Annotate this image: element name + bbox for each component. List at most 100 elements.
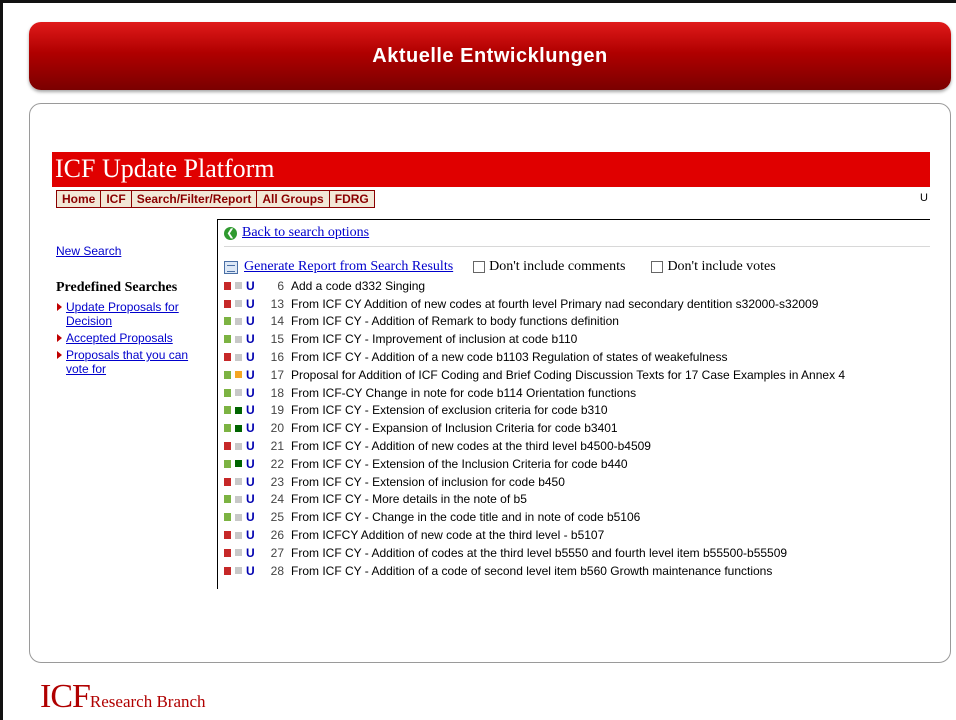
proposal-number: 27 — [270, 545, 284, 560]
proposal-title[interactable]: From ICF CY - Addition of Remark to body… — [291, 314, 619, 328]
proposal-title[interactable]: From ICF CY - Extension of the Inclusion… — [291, 457, 628, 471]
proposal-row[interactable]: U 20 From ICF CY - Expansion of Inclusion … — [224, 419, 930, 437]
update-button[interactable]: U — [246, 492, 258, 506]
proposal-row[interactable]: U 14 From ICF CY - Addition of Remark to b… — [224, 313, 930, 331]
status-vote-icon — [235, 495, 242, 503]
user-fragment: U — [920, 192, 928, 204]
update-button[interactable]: U — [246, 279, 258, 293]
proposal-row[interactable]: U 23 From ICF CY - Extension of inclusion … — [224, 473, 930, 491]
report-icon[interactable] — [224, 260, 238, 274]
status-vote-icon — [235, 282, 242, 290]
proposal-title[interactable]: From ICF CY - Addition of a code of seco… — [291, 564, 772, 578]
proposal-row[interactable]: U 21 From ICF CY - Addition of new codes a… — [224, 437, 930, 455]
proposal-title[interactable]: Add a code d332 Singing — [291, 279, 425, 293]
proposal-row[interactable]: U 19 From ICF CY - Extension of exclusion … — [224, 402, 930, 420]
divider-vertical — [217, 219, 218, 589]
new-search-link[interactable]: New Search — [56, 244, 214, 258]
exclude-comments-option: Don't include comments — [473, 259, 625, 275]
proposal-title[interactable]: From ICF CY - Extension of inclusion for… — [291, 475, 565, 489]
proposal-title[interactable]: From ICF CY - Extension of exclusion cri… — [291, 403, 608, 417]
predefined-searches-title: Predefined Searches — [56, 280, 178, 295]
proposal-title[interactable]: From ICF CY - Expansion of Inclusion Cri… — [291, 421, 618, 435]
nav-icf[interactable]: ICF — [101, 191, 132, 207]
proposal-row[interactable]: U 26 From ICFCY Addition of new code at th… — [224, 526, 930, 544]
proposal-title[interactable]: From ICFCY Addition of new code at the t… — [291, 528, 604, 542]
status-document-icon — [224, 513, 231, 522]
proposal-title[interactable]: From ICF CY - More details in the note o… — [291, 492, 527, 506]
update-button[interactable]: U — [246, 386, 258, 400]
proposal-row[interactable]: U 13 From ICF CY Addition of new codes at … — [224, 295, 930, 313]
status-vote-icon — [235, 317, 242, 325]
proposal-row[interactable]: U 27 From ICF CY - Addition of codes at th… — [224, 544, 930, 562]
status-document-icon — [224, 353, 231, 362]
proposal-row[interactable]: U 28 From ICF CY - Addition of a code of s… — [224, 562, 930, 580]
update-button[interactable]: U — [246, 510, 258, 524]
status-vote-icon — [235, 442, 242, 450]
proposal-number: 24 — [270, 492, 284, 507]
logo-text-big: ICF — [40, 678, 91, 715]
status-document-icon — [224, 424, 231, 433]
exclude-comments-checkbox[interactable] — [473, 261, 486, 273]
proposal-number: 19 — [270, 403, 284, 418]
update-button[interactable]: U — [246, 350, 258, 364]
proposal-row[interactable]: U 17 Proposal for Addition of ICF Coding a… — [224, 366, 930, 384]
nav-bar: Home ICF Search/Filter/Report All Groups… — [56, 190, 375, 208]
exclude-votes-checkbox[interactable] — [651, 261, 664, 273]
update-button[interactable]: U — [246, 546, 258, 560]
proposal-row[interactable]: U 25 From ICF CY - Change in the code titl… — [224, 508, 930, 526]
vote-proposals-link[interactable]: Proposals that you can vote for — [66, 348, 188, 376]
status-vote-icon — [235, 389, 242, 397]
update-button[interactable]: U — [246, 457, 258, 471]
status-document-icon — [224, 317, 231, 326]
proposal-number: 26 — [270, 528, 284, 543]
proposal-number: 13 — [270, 296, 284, 311]
proposal-title[interactable]: From ICF-CY Change in note for code b114… — [291, 386, 636, 400]
proposal-row[interactable]: U 6 Add a code d332 Singing — [224, 277, 930, 295]
generate-report-link[interactable]: Generate Report from Search Results — [244, 259, 453, 275]
proposal-title[interactable]: From ICF CY - Addition of a new code b11… — [291, 350, 727, 364]
update-button[interactable]: U — [246, 314, 258, 328]
proposal-title[interactable]: From ICF CY - Change in the code title a… — [291, 510, 640, 524]
status-document-icon — [224, 531, 231, 540]
proposal-title[interactable]: From ICF CY - Addition of new codes at t… — [291, 439, 651, 453]
update-button[interactable]: U — [246, 439, 258, 453]
back-to-search-link[interactable]: Back to search options — [242, 225, 369, 241]
update-button[interactable]: U — [246, 332, 258, 346]
status-vote-icon — [235, 353, 242, 361]
proposal-row[interactable]: U 18 From ICF-CY Change in note for code b… — [224, 384, 930, 402]
nav-all-groups[interactable]: All Groups — [257, 191, 330, 207]
back-arrow-icon[interactable]: ❮ — [224, 226, 237, 240]
status-document-icon — [224, 335, 231, 344]
update-button[interactable]: U — [246, 475, 258, 489]
update-proposals-link[interactable]: Update Proposals for Decision — [66, 300, 179, 328]
proposal-row[interactable]: U 22 From ICF CY - Extension of the Inclus… — [224, 455, 930, 473]
platform-header: ICF Update Platform — [52, 152, 930, 187]
update-button[interactable]: U — [246, 368, 258, 382]
status-document-icon — [224, 459, 231, 468]
update-button[interactable]: U — [246, 403, 258, 417]
status-document-icon — [224, 370, 231, 379]
update-button[interactable]: U — [246, 564, 258, 578]
update-button[interactable]: U — [246, 421, 258, 435]
accepted-proposals-link[interactable]: Accepted Proposals — [66, 331, 173, 345]
nav-fdrg[interactable]: FDRG — [330, 191, 374, 207]
proposal-row[interactable]: U 15 From ICF CY - Improvement of inclusio… — [224, 330, 930, 348]
proposal-title[interactable]: From ICF CY Addition of new codes at fou… — [291, 297, 818, 311]
nav-search-filter-report[interactable]: Search/Filter/Report — [132, 191, 258, 207]
divider-horizontal — [217, 219, 930, 220]
proposal-title[interactable]: Proposal for Addition of ICF Coding and … — [291, 368, 845, 382]
status-vote-icon — [235, 300, 242, 308]
proposal-title[interactable]: From ICF CY - Improvement of inclusion a… — [291, 332, 577, 346]
update-button[interactable]: U — [246, 528, 258, 542]
icf-research-branch-logo: ICFResearch Branch — [40, 678, 206, 716]
update-button[interactable]: U — [246, 297, 258, 311]
status-vote-icon — [235, 406, 242, 414]
status-vote-icon — [235, 531, 242, 539]
main-content: ❮ Back to search options Generate Report… — [224, 224, 930, 580]
proposal-title[interactable]: From ICF CY - Addition of codes at the t… — [291, 546, 787, 560]
proposal-number: 17 — [270, 367, 284, 382]
proposal-row[interactable]: U 16 From ICF CY - Addition of a new code … — [224, 348, 930, 366]
proposal-row[interactable]: U 24 From ICF CY - More details in the not… — [224, 491, 930, 509]
nav-home[interactable]: Home — [57, 191, 102, 207]
logo-text-small: Research Branch — [89, 692, 206, 711]
